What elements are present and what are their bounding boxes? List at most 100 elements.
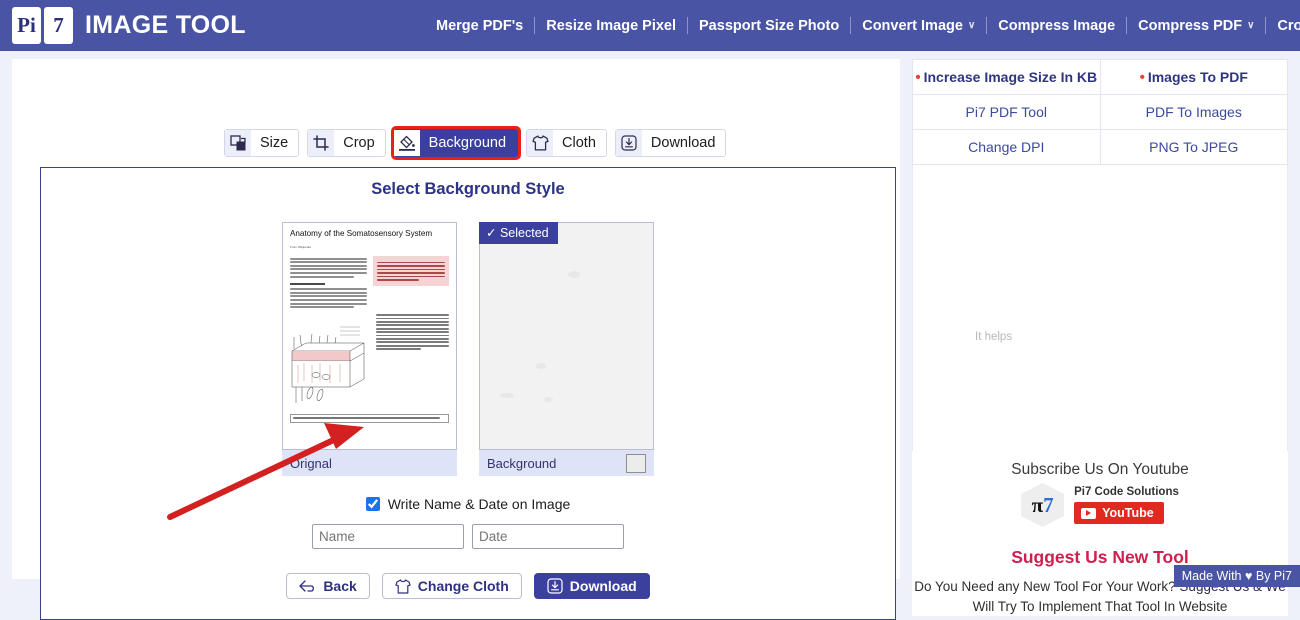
tool-link-label: Change DPI xyxy=(968,139,1045,155)
site-logo[interactable]: Pi 7 IMAGE TOOL xyxy=(12,7,246,44)
nav-item-passport-size-photo[interactable]: Passport Size Photo xyxy=(688,18,850,34)
logo-tile-seven: 7 xyxy=(44,7,73,44)
tool-link-png-to-jpeg[interactable]: PNG To JPEG xyxy=(1100,130,1287,164)
tab-label: Cloth xyxy=(562,135,596,151)
related-tools-grid: • Increase Image Size In KB • Images To PDF… xyxy=(912,59,1288,165)
back-button-label: Back xyxy=(323,578,357,594)
content-card: Size Crop Background Cloth Download Select B… xyxy=(12,59,900,620)
nav-item-crop-image[interactable]: Crop Image xyxy=(1266,18,1300,34)
write-name-date-checkbox[interactable] xyxy=(365,497,380,511)
tool-link-pdf-to-images[interactable]: PDF To Images xyxy=(1100,95,1287,129)
logo-tile-pi: Pi xyxy=(12,7,41,44)
document-preview: Anatomy of the Somatosensory System From… xyxy=(283,223,456,429)
download-button-label: Download xyxy=(569,578,637,594)
document-callout xyxy=(372,255,449,287)
bullet-dot-icon: • xyxy=(915,68,921,86)
original-preview-image[interactable]: Anatomy of the Somatosensory System From… xyxy=(282,222,457,450)
tool-link-images-to-pdf[interactable]: • Images To PDF xyxy=(1100,60,1287,94)
channel-name: Pi7 Code Solutions xyxy=(1074,486,1179,498)
background-style-panel: Select Background Style Anatomy of the S… xyxy=(40,167,896,620)
tab-crop[interactable]: Crop xyxy=(307,129,386,157)
thumbnail-background-label: Background xyxy=(487,455,557,471)
main-navigation: Merge PDF's Resize Image Pixel Passport Si… xyxy=(425,0,1300,51)
pi7-logo-seven: 7 xyxy=(1043,492,1054,517)
tool-link-label: Pi7 PDF Tool xyxy=(965,104,1047,120)
nav-item-label: Resize Image Pixel xyxy=(546,17,677,34)
paint-bucket-icon xyxy=(393,130,420,156)
tool-tab-bar: Size Crop Background Cloth Download xyxy=(224,126,727,160)
back-arrow-icon xyxy=(299,579,315,592)
action-button-row: Back Change Cloth Download xyxy=(41,573,895,599)
nav-item-label: Compress PDF xyxy=(1138,17,1243,34)
tshirt-icon xyxy=(527,130,554,156)
ad-placeholder-text: It helps xyxy=(975,331,1013,343)
tab-label: Download xyxy=(650,135,716,151)
pi7-logo-icon: π7 xyxy=(1021,483,1065,527)
name-date-input-row xyxy=(41,524,895,549)
youtube-play-icon xyxy=(1081,507,1097,519)
nav-item-label: Crop Image xyxy=(1277,17,1300,34)
nav-item-label: Compress Image xyxy=(998,17,1116,34)
made-with-badge: Made With ♥ By Pi7 xyxy=(1173,565,1300,587)
tab-cloth[interactable]: Cloth xyxy=(526,129,607,157)
document-footer xyxy=(290,413,449,423)
change-cloth-button[interactable]: Change Cloth xyxy=(381,573,522,599)
date-input[interactable] xyxy=(472,524,624,549)
name-input[interactable] xyxy=(312,524,464,549)
change-cloth-button-label: Change Cloth xyxy=(417,578,509,594)
background-preview-image[interactable] xyxy=(479,222,654,450)
background-color-swatch[interactable] xyxy=(626,453,646,473)
document-column-left xyxy=(290,256,367,310)
tool-link-increase-image-size-in-kb[interactable]: • Increase Image Size In KB xyxy=(913,60,1100,94)
channel-block: Pi7 Code Solutions YouTube xyxy=(1074,486,1179,524)
nav-item-convert-image[interactable]: Convert Image ∨ xyxy=(851,18,986,34)
tab-download[interactable]: Download xyxy=(614,129,727,157)
page-body: Size Crop Background Cloth Download Select B… xyxy=(0,51,1300,620)
subscribe-row: π7 Pi7 Code Solutions YouTube xyxy=(912,483,1288,527)
tab-size[interactable]: Size xyxy=(224,129,300,157)
tool-link-label: PNG To JPEG xyxy=(1149,139,1239,155)
document-figure xyxy=(290,313,370,410)
nav-item-compress-image[interactable]: Compress Image xyxy=(987,18,1126,34)
youtube-subscribe-button[interactable]: YouTube xyxy=(1074,502,1164,524)
nav-item-merge-pdf-s[interactable]: Merge PDF's xyxy=(425,18,534,34)
right-sidebar: • Increase Image Size In KB • Images To PDF… xyxy=(912,59,1288,617)
nav-item-compress-pdf[interactable]: Compress PDF ∨ xyxy=(1127,18,1265,34)
document-author: From Wikipedia xyxy=(290,244,311,249)
back-button[interactable]: Back xyxy=(286,573,370,599)
chevron-down-icon: ∨ xyxy=(967,20,976,31)
nav-item-label: Convert Image xyxy=(862,17,963,34)
thumbnail-original-label-row: Orignal xyxy=(282,450,457,476)
pi7-logo-pi: π xyxy=(1031,492,1044,517)
tool-link-change-dpi[interactable]: Change DPI xyxy=(913,130,1100,164)
thumbnail-original[interactable]: Anatomy of the Somatosensory System From… xyxy=(282,222,457,476)
write-name-date-row: Write Name & Date on Image xyxy=(41,496,895,512)
tshirt-icon xyxy=(395,578,411,594)
document-column-right xyxy=(372,255,449,310)
advertisement-area: It helps xyxy=(912,165,1288,451)
download-icon xyxy=(615,130,642,156)
tool-link-label: PDF To Images xyxy=(1145,104,1242,120)
nav-item-resize-image-pixel[interactable]: Resize Image Pixel xyxy=(535,18,687,34)
site-title: IMAGE TOOL xyxy=(85,11,246,39)
tab-label: Size xyxy=(260,135,289,151)
tab-label: Background xyxy=(428,135,507,151)
document-figure-caption xyxy=(376,313,449,410)
download-icon xyxy=(547,578,563,594)
panel-title: Select Background Style xyxy=(371,180,565,198)
selected-badge: ✓ Selected xyxy=(479,222,558,244)
subscribe-section: Subscribe Us On Youtube π7 Pi7 Code Solu… xyxy=(912,451,1288,617)
chevron-down-icon: ∨ xyxy=(1247,20,1255,31)
tool-link-label: Images To PDF xyxy=(1147,69,1248,85)
download-button[interactable]: Download xyxy=(533,573,650,599)
write-name-date-label[interactable]: Write Name & Date on Image xyxy=(388,496,571,512)
thumbnail-background-label-row: Background xyxy=(479,450,654,476)
thumbnail-background[interactable]: ✓ Selected Background xyxy=(479,222,654,476)
thumbnail-original-label: Orignal xyxy=(290,455,332,471)
crop-icon xyxy=(308,130,335,156)
tab-label: Crop xyxy=(343,135,375,151)
tool-link-pi7-pdf-tool[interactable]: Pi7 PDF Tool xyxy=(913,95,1100,129)
tab-background[interactable]: Background xyxy=(390,126,522,160)
document-title: Anatomy of the Somatosensory System xyxy=(290,229,433,238)
youtube-button-label: YouTube xyxy=(1102,506,1154,520)
